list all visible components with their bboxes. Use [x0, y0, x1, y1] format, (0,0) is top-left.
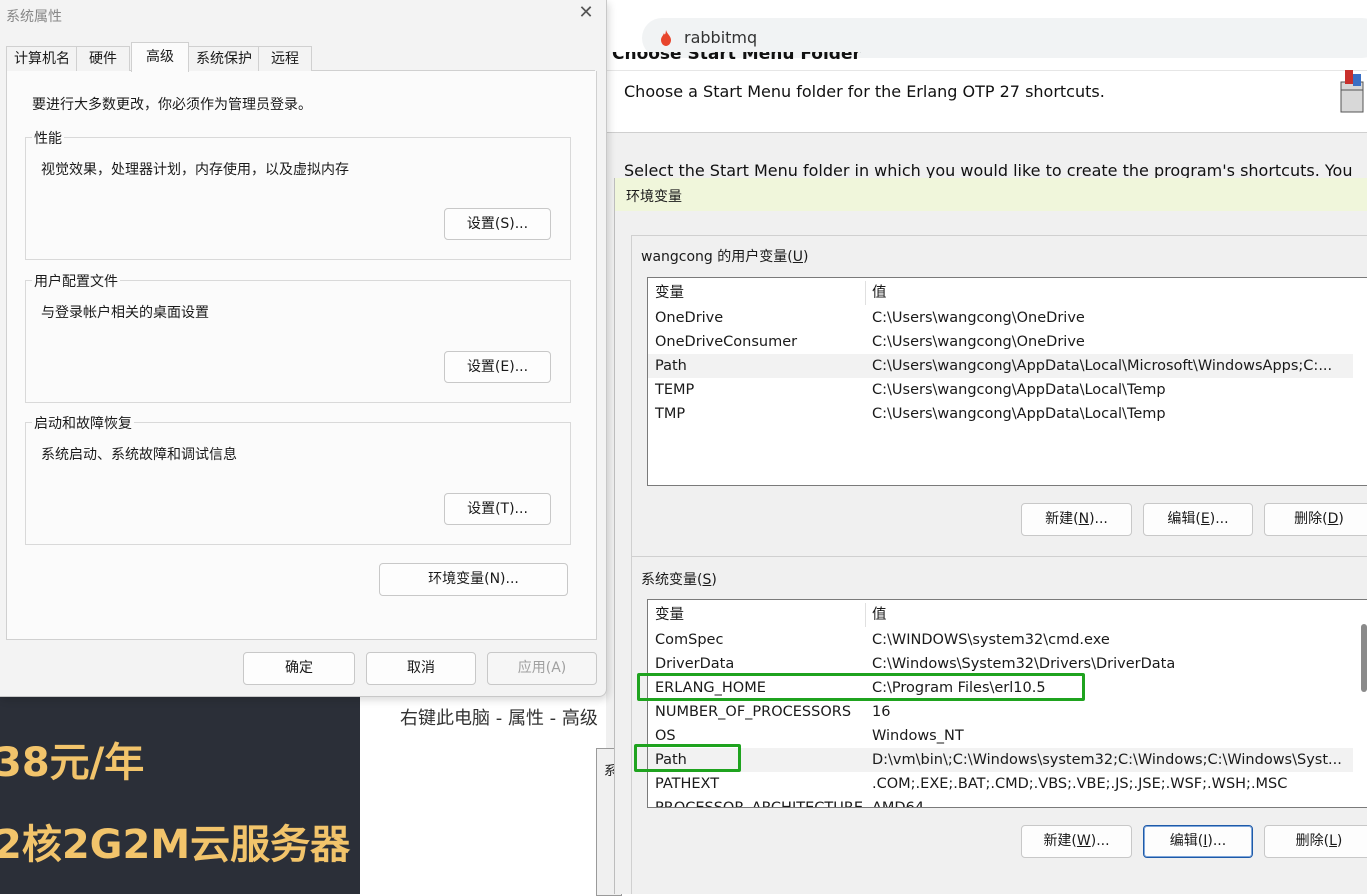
tab-computer-name[interactable]: 计算机名: [6, 46, 78, 71]
var-name: ComSpec: [655, 632, 724, 648]
close-icon[interactable]: ✕: [577, 4, 595, 22]
var-value: C:\Users\wangcong\OneDrive: [872, 334, 1085, 350]
var-name: TEMP: [655, 382, 695, 398]
ok-button[interactable]: 确定: [243, 652, 355, 685]
list-item[interactable]: OS Windows_NT: [648, 724, 1367, 748]
var-name: OneDrive: [655, 310, 724, 326]
performance-label: 性能: [32, 128, 64, 148]
var-value: C:\Users\wangcong\AppData\Local\Temp: [872, 382, 1166, 398]
system-variables-list[interactable]: 变量 值 ComSpec C:\WINDOWS\system32\cmd.exe…: [647, 599, 1367, 808]
user-variables-list[interactable]: 变量 值 OneDrive C:\Users\wangcong\OneDrive…: [647, 277, 1367, 486]
tab-advanced[interactable]: 高级: [131, 42, 189, 72]
var-value: Windows_NT: [872, 728, 964, 744]
flame-icon: [661, 30, 671, 46]
performance-settings-button[interactable]: 设置(S)...: [444, 208, 551, 240]
startup-recovery-group: [25, 422, 571, 545]
env-dialog-title: 环境变量: [626, 189, 682, 205]
system-edit-button[interactable]: 编辑(I)...: [1143, 825, 1253, 858]
apply-button[interactable]: 应用(A): [487, 652, 597, 685]
var-value: 16: [872, 704, 891, 720]
var-name: OneDriveConsumer: [655, 334, 798, 350]
article-text: 右键此电脑 - 属性 - 高级: [400, 708, 598, 729]
list-item[interactable]: PATHEXT .COM;.EXE;.BAT;.CMD;.VBS;.VBE;.J…: [648, 772, 1367, 796]
user-delete-button[interactable]: 删除(D): [1264, 503, 1367, 536]
startup-recovery-settings-button[interactable]: 设置(T)...: [444, 493, 551, 525]
var-value: C:\Users\wangcong\AppData\Local\Microsof…: [872, 358, 1333, 374]
var-value: AMD64: [872, 800, 925, 808]
dialog-title: 系统属性: [6, 9, 62, 25]
user-new-button[interactable]: 新建(N)...: [1021, 503, 1132, 536]
performance-desc: 视觉效果，处理器计划，内存使用，以及虚拟内存: [41, 162, 349, 178]
system-new-button[interactable]: 新建(W)...: [1021, 825, 1132, 858]
installer-heading: Choose Start Menu Folder: [612, 52, 861, 64]
environment-variables-button[interactable]: 环境变量(N)...: [379, 563, 568, 596]
installer-subheading: Choose a Start Menu folder for the Erlan…: [624, 82, 1105, 101]
list-item[interactable]: Path D:\vm\bin\;C:\Windows\system32;C:\W…: [648, 748, 1353, 772]
tab-hardware[interactable]: 硬件: [76, 46, 130, 71]
promo-product: 2核2G2M云服务器: [0, 822, 351, 868]
browser-search-text[interactable]: rabbitmq: [684, 28, 757, 47]
env-titlebar: [615, 178, 1367, 211]
installer-package-icon: [1340, 70, 1364, 113]
column-header-value[interactable]: 值: [872, 281, 887, 305]
list-item[interactable]: OneDrive C:\Users\wangcong\OneDrive: [648, 306, 1367, 330]
startup-recovery-label: 启动和故障恢复: [32, 413, 134, 433]
promo-banner[interactable]: 38元/年 2核2G2M云服务器: [0, 690, 360, 894]
list-item[interactable]: OneDriveConsumer C:\Users\wangcong\OneDr…: [648, 330, 1367, 354]
var-name: PATHEXT: [655, 776, 720, 792]
list-header: 变量 值: [648, 603, 1367, 627]
column-divider[interactable]: [865, 603, 866, 627]
list-header: 变量 值: [648, 281, 1367, 305]
user-profiles-desc: 与登录帐户相关的桌面设置: [41, 305, 209, 321]
user-profiles-group: [25, 280, 571, 403]
system-vars-label: 系统变量(S): [638, 569, 720, 589]
startup-recovery-desc: 系统启动、系统故障和调试信息: [41, 447, 237, 463]
tab-remote[interactable]: 远程: [258, 46, 312, 71]
var-value: C:\WINDOWS\system32\cmd.exe: [872, 632, 1110, 648]
var-value: .COM;.EXE;.BAT;.CMD;.VBS;.VBE;.JS;.JSE;.…: [872, 776, 1288, 792]
user-profiles-settings-button[interactable]: 设置(E)...: [444, 351, 551, 383]
user-profiles-label: 用户配置文件: [32, 271, 120, 291]
column-header-name[interactable]: 变量: [655, 281, 684, 305]
user-vars-label: wangcong 的用户变量(U): [638, 246, 812, 266]
var-value: D:\vm\bin\;C:\Windows\system32;C:\Window…: [872, 752, 1342, 768]
var-name: TMP: [655, 406, 686, 422]
var-name: NUMBER_OF_PROCESSORS: [655, 704, 852, 720]
var-name: PROCESSOR_ARCHITECTURE: [655, 800, 864, 808]
section-frame-left: [631, 235, 632, 894]
list-item[interactable]: TMP C:\Users\wangcong\AppData\Local\Temp: [648, 402, 1367, 426]
list-item[interactable]: TEMP C:\Users\wangcong\AppData\Local\Tem…: [648, 378, 1367, 402]
performance-group: [25, 137, 571, 260]
highlight-path: [634, 744, 741, 772]
system-delete-button[interactable]: 删除(L): [1264, 825, 1367, 858]
system-section-frame-top: [632, 556, 1367, 557]
promo-price: 38元/年: [0, 740, 145, 786]
tab-system-protection[interactable]: 系统保护: [188, 46, 260, 71]
user-edit-button[interactable]: 编辑(E)...: [1143, 503, 1253, 536]
system-list-scrollbar[interactable]: [1361, 624, 1367, 692]
list-item[interactable]: Path C:\Users\wangcong\AppData\Local\Mic…: [648, 354, 1353, 378]
cancel-button[interactable]: 取消: [366, 652, 476, 685]
var-value: C:\Users\wangcong\AppData\Local\Temp: [872, 406, 1166, 422]
var-value: C:\Users\wangcong\OneDrive: [872, 310, 1085, 326]
list-item[interactable]: NUMBER_OF_PROCESSORS 16: [648, 700, 1367, 724]
highlight-erlang-home: [637, 673, 1085, 701]
list-item[interactable]: ComSpec C:\WINDOWS\system32\cmd.exe: [648, 628, 1367, 652]
list-item[interactable]: PROCESSOR_ARCHITECTURE AMD64: [648, 796, 1367, 808]
admin-note: 要进行大多数更改，你必须作为管理员登录。: [32, 97, 312, 113]
column-header-name[interactable]: 变量: [655, 603, 684, 627]
user-section-frame-top: [632, 235, 1367, 236]
column-header-value[interactable]: 值: [872, 603, 887, 627]
column-divider[interactable]: [865, 281, 866, 305]
var-name: Path: [655, 358, 687, 374]
